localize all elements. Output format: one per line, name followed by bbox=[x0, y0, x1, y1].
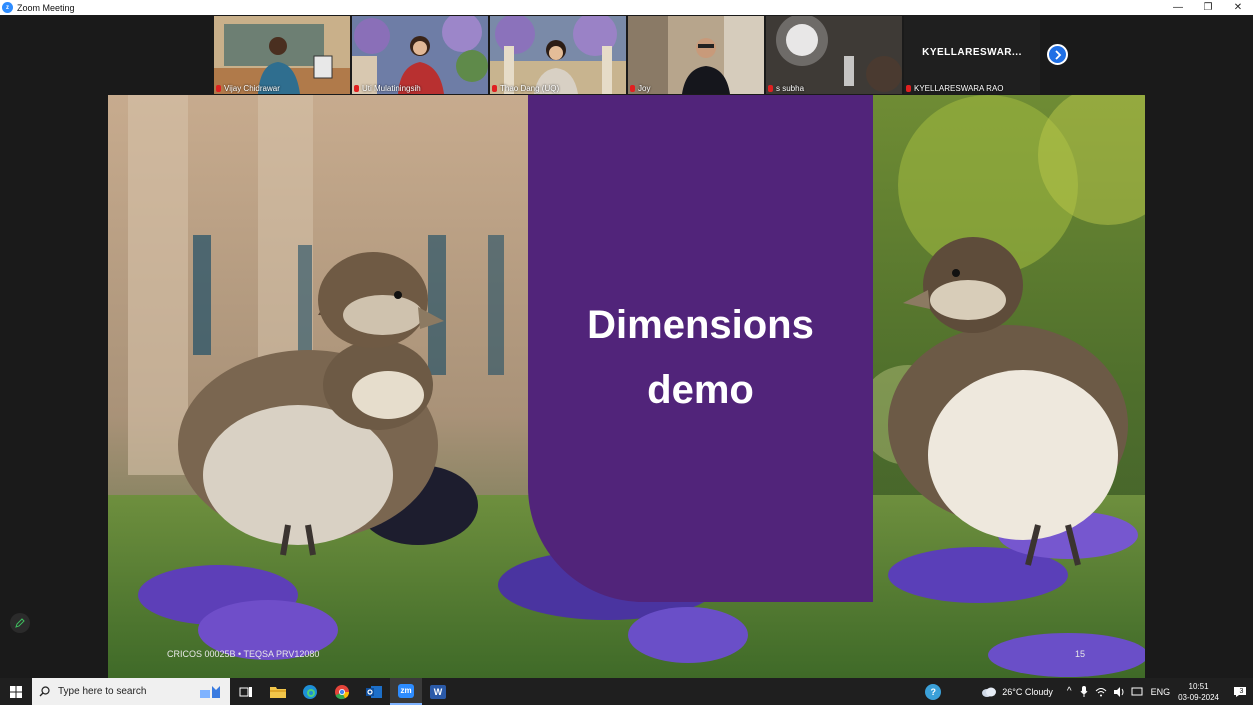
cloud-icon bbox=[982, 687, 997, 697]
muted-mic-icon bbox=[492, 85, 497, 92]
participant-name: KYELLARESWARA RAO bbox=[906, 84, 1004, 93]
chevron-right-icon bbox=[1054, 49, 1061, 60]
meeting-area: Vijay Chidrawar Uti Mulatiningsih Thao D… bbox=[0, 15, 1253, 678]
muted-mic-icon bbox=[906, 85, 911, 92]
zoom-app-icon: zm bbox=[398, 683, 414, 698]
windows-taskbar: Type here to search zm W ? 26°C Cloudy ^… bbox=[0, 678, 1253, 705]
zoom-logo-icon: z bbox=[2, 2, 13, 13]
help-tray-icon[interactable]: ? bbox=[925, 683, 942, 700]
window-titlebar: z Zoom Meeting — ❐ ✕ bbox=[0, 0, 1253, 15]
weather-widget[interactable]: 26°C Cloudy bbox=[981, 687, 1053, 697]
restore-button[interactable]: ❐ bbox=[1193, 0, 1223, 15]
notifications-button[interactable]: 3 bbox=[1229, 685, 1247, 699]
participant-name: s subha bbox=[768, 84, 804, 93]
system-tray: ? 26°C Cloudy ^ ENG 10:51 03-09-2024 3 bbox=[925, 678, 1253, 705]
file-explorer-button[interactable] bbox=[262, 678, 294, 705]
volume-icon[interactable] bbox=[1113, 686, 1125, 697]
title-panel: Dimensions demo bbox=[528, 95, 873, 602]
window-title: Zoom Meeting bbox=[17, 2, 75, 13]
folder-icon bbox=[270, 687, 286, 698]
close-button[interactable]: ✕ bbox=[1223, 0, 1253, 15]
participant-name: Vijay Chidrawar bbox=[216, 84, 280, 93]
search-highlight-icon bbox=[200, 685, 220, 698]
edge-icon bbox=[303, 684, 317, 699]
clock-date: 03-09-2024 bbox=[1178, 692, 1219, 702]
participant-video bbox=[628, 16, 764, 94]
task-view-icon bbox=[239, 686, 252, 697]
participant-tile[interactable]: Joy bbox=[628, 16, 764, 94]
next-participants-button[interactable] bbox=[1047, 44, 1068, 65]
slide-title: Dimensions demo bbox=[587, 303, 814, 412]
search-icon bbox=[39, 686, 50, 697]
pencil-icon bbox=[15, 618, 25, 628]
participant-tile[interactable]: s subha bbox=[766, 16, 902, 94]
shared-screen-slide: Dimensions demo CRICOS 00025B • TEQSA PR… bbox=[108, 95, 1145, 678]
outlook-icon bbox=[366, 685, 382, 698]
notification-count: 3 bbox=[1239, 688, 1244, 695]
chrome-button[interactable] bbox=[326, 678, 358, 705]
participant-name: Joy bbox=[630, 84, 650, 93]
minimize-button[interactable]: — bbox=[1163, 0, 1193, 15]
wifi-icon[interactable] bbox=[1095, 687, 1107, 697]
participant-name: Uti Mulatiningsih bbox=[354, 84, 421, 93]
chrome-icon bbox=[335, 684, 349, 699]
task-view-button[interactable] bbox=[230, 678, 262, 705]
participant-name: Thao Dang (UQ) bbox=[492, 84, 559, 93]
participant-strip: Vijay Chidrawar Uti Mulatiningsih Thao D… bbox=[214, 16, 1040, 94]
edge-button[interactable] bbox=[294, 678, 326, 705]
participant-video bbox=[490, 16, 626, 94]
participant-tile[interactable]: Thao Dang (UQ) bbox=[490, 16, 626, 94]
participant-tile[interactable]: Uti Mulatiningsih bbox=[352, 16, 488, 94]
microphone-icon[interactable] bbox=[1080, 686, 1088, 697]
participant-video bbox=[214, 16, 350, 94]
annotate-pencil-button[interactable] bbox=[10, 613, 30, 633]
participant-video bbox=[766, 16, 902, 94]
search-highlight-widget[interactable] bbox=[192, 678, 230, 705]
language-indicator[interactable]: ENG bbox=[1151, 687, 1171, 697]
clock-time: 10:51 bbox=[1188, 681, 1209, 691]
muted-mic-icon bbox=[768, 85, 773, 92]
start-button[interactable] bbox=[0, 678, 32, 705]
word-app-icon: W bbox=[430, 684, 446, 699]
participant-tile[interactable]: Vijay Chidrawar bbox=[214, 16, 350, 94]
display-icon[interactable] bbox=[1131, 687, 1143, 697]
participant-video bbox=[352, 16, 488, 94]
weather-text: 26°C Cloudy bbox=[1002, 686, 1053, 697]
muted-mic-icon bbox=[630, 85, 635, 92]
participant-name-placeholder: KYELLARESWAR... bbox=[922, 47, 1022, 58]
clock[interactable]: 10:51 03-09-2024 bbox=[1178, 681, 1219, 703]
muted-mic-icon bbox=[354, 85, 359, 92]
word-button[interactable]: W bbox=[422, 678, 454, 705]
taskbar-search-box[interactable]: Type here to search bbox=[32, 678, 192, 705]
hidden-icons-chevron-icon[interactable]: ^ bbox=[1067, 686, 1072, 697]
muted-mic-icon bbox=[216, 85, 221, 92]
slide-footer-text: CRICOS 00025B • TEQSA PRV12080 bbox=[167, 649, 320, 659]
windows-logo-icon bbox=[10, 685, 22, 698]
slide-page-number: 15 bbox=[1074, 649, 1085, 659]
participant-tile[interactable]: KYELLARESWAR... KYELLARESWARA RAO bbox=[904, 16, 1040, 94]
search-placeholder: Type here to search bbox=[58, 686, 147, 697]
outlook-button[interactable] bbox=[358, 678, 390, 705]
window-controls: — ❐ ✕ bbox=[1163, 0, 1253, 15]
zoom-taskbar-button[interactable]: zm bbox=[390, 678, 422, 705]
